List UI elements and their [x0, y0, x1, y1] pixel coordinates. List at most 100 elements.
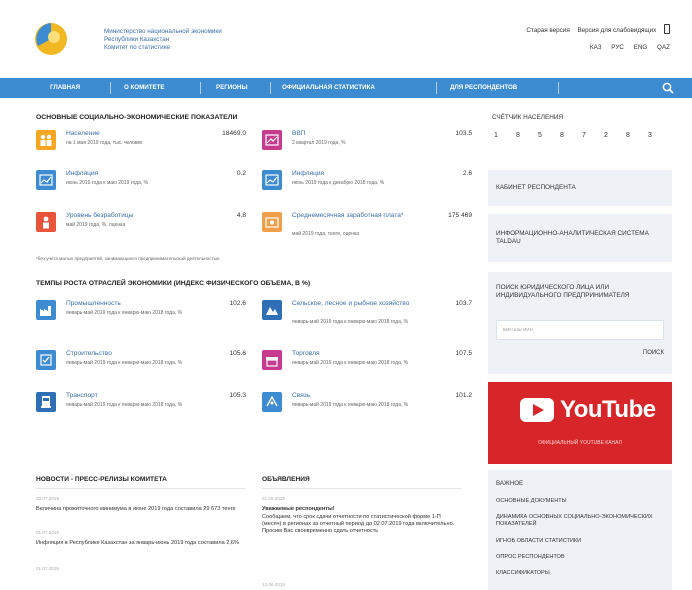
respondent-cabinet-label: КАБИНЕТ РЕСПОНДЕНТА	[496, 184, 576, 191]
indicator-inflation-month[interactable]: Инфляция июнь 2019 года к маю 2019 года,…	[36, 170, 246, 202]
growth-communication[interactable]: Связь январь-май 2019 года к январю-маю …	[262, 392, 472, 424]
bus-icon	[36, 392, 56, 412]
growth-period: январь-май 2019 года к январю-маю 2018 г…	[66, 310, 183, 316]
trend-icon	[262, 170, 282, 190]
growth-value: 103.7	[455, 300, 472, 307]
growth-name: Промышленность	[66, 300, 121, 307]
taldau-label: ИНФОРМАЦИОННО-АНАЛИТИЧЕСКАЯ СИСТЕМА TALD…	[496, 230, 649, 245]
indicator-population[interactable]: Население на 1 мая 2019 года, тыс. челов…	[36, 130, 246, 162]
indicator-name: Инфляция	[292, 170, 325, 177]
indicators-title: ОСНОВНЫЕ СОЦИАЛЬНО-ЭКОНОМИЧЕСКИЕ ПОКАЗАТ…	[36, 114, 238, 121]
indicator-period: май 2019 года, %, оценка	[66, 222, 126, 228]
search-icon[interactable]	[662, 82, 674, 94]
store-icon	[262, 350, 282, 370]
link-classifiers[interactable]: КЛАССИФИКАТОРЫ	[496, 570, 666, 577]
growth-value: 101.2	[455, 392, 472, 399]
growth-trade[interactable]: Торговля январь-май 2019 года к январю-м…	[262, 350, 472, 382]
main-nav: ГЛАВНАЯ О КОМИТЕТЕ РЕГИОНЫ ОФИЦИАЛЬНАЯ С…	[0, 78, 692, 98]
growth-transport[interactable]: Транспорт январь-май 2019 года к январю-…	[36, 392, 246, 424]
news-title[interactable]: НОВОСТИ - ПРЕСС-РЕЛИЗЫ КОМИТЕТА	[36, 476, 167, 483]
wallet-icon	[262, 212, 282, 232]
counter-digit: 8	[626, 132, 630, 139]
indicator-gdp[interactable]: ВВП 2 квартал 2019 года, % 103.5	[262, 130, 472, 162]
chart-icon	[262, 130, 282, 150]
growth-agriculture[interactable]: Сельское, лесное и рыбное хозяйство янва…	[262, 300, 472, 332]
important-links: ВАЖНОЕ ОСНОВНЫЕ ДОКУМЕНТЫ ДИНАМИКА ОСНОВ…	[488, 470, 672, 590]
old-version-link[interactable]: Старая версия	[526, 27, 569, 34]
news-date: 03.07.2019	[36, 496, 59, 501]
youtube-wordmark: YouTube	[560, 396, 656, 423]
indicators-footnote: *без учета малых предприятий, занимающих…	[36, 256, 220, 261]
announcement-date: 12.06.2019	[262, 582, 285, 587]
indicator-value: 18469.0	[222, 130, 246, 137]
growth-name: Транспорт	[66, 392, 98, 399]
announcement-text: Сообщаем, что срок сдачи отчетности по с…	[262, 514, 455, 534]
lang-qaz[interactable]: QAZ	[657, 44, 670, 51]
growth-value: 105.3	[229, 392, 246, 399]
nav-about[interactable]: О КОМИТЕТЕ	[124, 84, 165, 91]
news-item[interactable]: Инфляция в Республике Казахстан за январ…	[36, 540, 246, 547]
nav-divider	[436, 82, 437, 94]
population-counter-title: СЧЁТЧИК НАСЕЛЕНИЯ	[492, 114, 564, 121]
nav-divider	[270, 82, 271, 94]
org-line-1: Министерство национальной экономики	[104, 28, 222, 35]
link-main-documents[interactable]: ОСНОВНЫЕ ДОКУМЕНТЫ	[496, 498, 666, 505]
indicator-inflation-year[interactable]: Инфляция июнь 2019 года к декабрю 2018 г…	[262, 170, 472, 202]
link-statistics-field[interactable]: ИГНОБ ОБЛАСТИ СТАТИСТИКИ	[496, 538, 666, 545]
top-links: Старая версия Версия для слабовидящих КА…	[520, 24, 670, 51]
growth-period: январь-май 2019 года к январю-маю 2018 г…	[292, 360, 409, 366]
indicator-value: 4.8	[236, 212, 246, 219]
link-dynamics[interactable]: ДИНАМИКА ОСНОВНЫХ СОЦИАЛЬНО-ЭКОНОМИЧЕСКИ…	[496, 514, 666, 528]
indicator-value: 103.5	[455, 130, 472, 137]
indicator-name: Уровень безработицы	[66, 212, 134, 219]
growth-industry[interactable]: Промышленность январь-май 2019 года к ян…	[36, 300, 246, 332]
nav-divider	[200, 82, 201, 94]
youtube-banner[interactable]: YouTube ОФИЦИАЛЬНЫЙ YOUTUBE КАНАЛ	[488, 382, 672, 464]
nav-respondents[interactable]: ДЛЯ РЕСПОНДЕНТОВ	[450, 84, 517, 91]
divider	[262, 488, 462, 489]
announcements-title[interactable]: ОБЪЯВЛЕНИЯ	[262, 476, 310, 483]
growth-title: ТЕМПЫ РОСТА ОТРАСЛЕЙ ЭКОНОМИКИ (ИНДЕКС Ф…	[36, 280, 311, 287]
site-header: Министерство национальной экономики Респ…	[0, 0, 692, 78]
person-icon	[36, 212, 56, 232]
growth-name: Сельское, лесное и рыбное хозяйство	[292, 300, 410, 307]
counter-digit: 5	[538, 132, 542, 139]
lang-kaz[interactable]: КАЗ	[590, 44, 602, 51]
link-respondent-survey[interactable]: ОПРОС РЕСПОНДЕНТОВ	[496, 554, 666, 561]
indicator-name: Инфляция	[66, 170, 99, 177]
organization-name: Министерство национальной экономики Респ…	[104, 28, 222, 52]
nav-divider	[110, 82, 111, 94]
youtube-caption: ОФИЦИАЛЬНЫЙ YOUTUBE КАНАЛ	[538, 440, 622, 446]
growth-period: январь-май 2019 года к январю-маю 2018 г…	[66, 402, 183, 408]
growth-name: Торговля	[292, 350, 320, 357]
lang-eng[interactable]: ENG	[634, 44, 648, 51]
lang-rus[interactable]: РУС	[611, 44, 624, 51]
bin-search-placeholder: БИН или ИИН	[503, 327, 533, 332]
bin-search-input[interactable]: БИН или ИИН	[496, 320, 664, 340]
mobile-icon[interactable]	[664, 24, 670, 34]
signal-icon	[262, 392, 282, 412]
indicator-period: на 1 мая 2019 года, тыс. человек	[66, 140, 143, 146]
counter-digit: 7	[582, 132, 586, 139]
announcement-date: 21.06.2019	[262, 496, 285, 501]
indicator-period: июнь 2019 года к декабрю 2018 года, %	[292, 180, 385, 186]
indicator-value: 2.6	[462, 170, 472, 177]
news-item[interactable]: Величина прожиточного минимума в июне 20…	[36, 506, 246, 513]
nav-official-statistics[interactable]: ОФИЦИАЛЬНАЯ СТАТИСТИКА	[282, 84, 375, 91]
nav-home[interactable]: ГЛАВНАЯ	[50, 84, 80, 91]
indicator-salary[interactable]: Среднемесячная заработная плата* май 201…	[262, 212, 472, 244]
announcement-heading[interactable]: Уважаемые респонденты!	[262, 506, 458, 513]
company-search-panel: ПОИСК ЮРИДИЧЕСКОГО ЛИЦА ИЛИ ИНДИВИДУАЛЬН…	[488, 272, 672, 374]
nav-divider	[558, 82, 559, 94]
people-icon	[36, 130, 56, 150]
taldau-link[interactable]: ИНФОРМАЦИОННО-АНАЛИТИЧЕСКАЯ СИСТЕМА TALD…	[488, 214, 672, 262]
indicator-name: Население	[66, 130, 100, 137]
indicator-unemployment[interactable]: Уровень безработицы май 2019 года, %, оц…	[36, 212, 246, 244]
growth-construction[interactable]: Строительство январь-май 2019 года к янв…	[36, 350, 246, 382]
agency-logo[interactable]	[34, 22, 68, 56]
low-vision-link[interactable]: Версия для слабовидящих	[577, 27, 656, 34]
org-line-2: Республики Казахстан	[104, 36, 170, 43]
company-search-button[interactable]: ПОИСК	[643, 350, 664, 356]
nav-regions[interactable]: РЕГИОНЫ	[216, 84, 248, 91]
respondent-cabinet-link[interactable]: КАБИНЕТ РЕСПОНДЕНТА	[488, 170, 672, 206]
